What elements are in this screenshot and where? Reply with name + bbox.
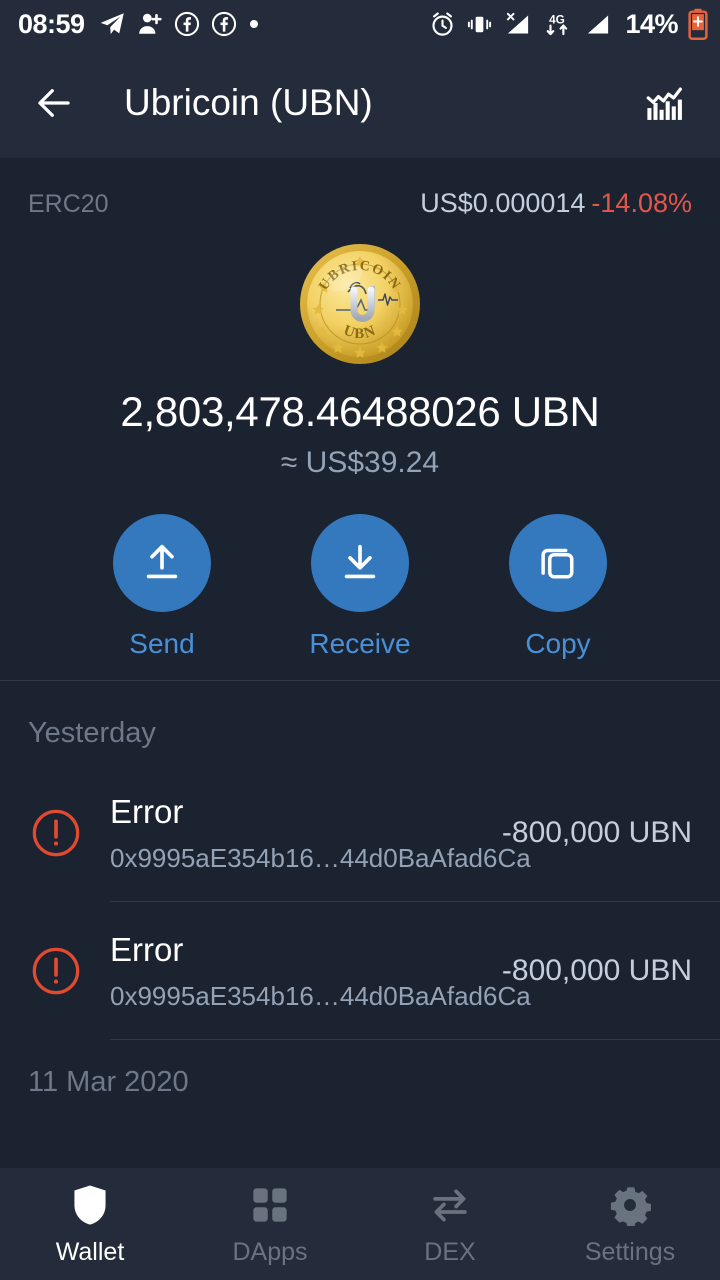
facebook-icon (174, 11, 199, 37)
token-chain-badge: ERC20 (28, 190, 109, 218)
status-notification-icons (99, 11, 430, 38)
vibrate-icon (468, 16, 492, 32)
transaction-list: Yesterday Error 0x9995aE354b16…44d0BaAfa… (0, 681, 720, 1113)
table-row[interactable]: Error 0x9995aE354b16…44d0BaAfad6Ca -800,… (0, 764, 720, 902)
telegram-icon (100, 12, 124, 34)
app-bar: Ubricoin (UBN) (0, 48, 720, 158)
token-logo-wrapper: UBRICOIN UBN (0, 242, 720, 366)
4g-data-icon: 4G (547, 13, 568, 35)
dot-icon (249, 20, 258, 28)
copy-icon (541, 548, 574, 579)
back-arrow-icon (38, 89, 70, 117)
nav-label-wallet: Wallet (55, 1237, 125, 1266)
transaction-date-header: 11 Mar 2020 (28, 1066, 189, 1098)
token-price: US$0.000014 (420, 188, 586, 218)
transaction-status-label: Error (110, 930, 184, 968)
nav-item-dex[interactable]: DEX (360, 1182, 540, 1267)
transaction-address: 0x9995aE354b16…44d0BaAfad6Ca (110, 842, 531, 873)
transaction-details: Error 0x9995aE354b16…44d0BaAfad6Ca (110, 792, 531, 874)
row-divider (110, 1039, 720, 1040)
nav-label-dapps: DApps (232, 1237, 308, 1266)
shield-icon (0, 1182, 180, 1228)
status-clock: 08:59 (18, 8, 85, 39)
svg-text:4G: 4G (550, 13, 566, 26)
status-bar: 08:59 4G 14% (0, 0, 720, 48)
gear-icon (540, 1182, 720, 1228)
receive-button-circle (311, 514, 409, 612)
nav-label-dex: DEX (424, 1237, 476, 1266)
status-system-icons: 4G 14% (429, 8, 708, 40)
copy-button-circle (509, 514, 607, 612)
bar-chart-icon (646, 87, 682, 120)
signal-bars-icon (588, 15, 609, 33)
error-alert-icon (28, 943, 84, 999)
add-person-icon (138, 13, 162, 34)
upload-arrow-icon (146, 544, 178, 579)
send-button-circle (113, 514, 211, 612)
receive-button[interactable]: Receive (285, 514, 435, 660)
token-actions: Send Receive Copy (0, 514, 720, 660)
transaction-address: 0x9995aE354b16…44d0BaAfad6Ca (110, 980, 531, 1011)
no-sim-signal-icon (507, 12, 529, 33)
transaction-amount: -800,000 UBN (501, 954, 692, 987)
token-price-change: -14.08% (591, 188, 692, 218)
nav-label-settings: Settings (584, 1237, 676, 1266)
error-alert-icon (28, 805, 84, 861)
copy-button-label: Copy (525, 628, 591, 659)
swap-arrows-icon (360, 1182, 540, 1228)
token-price-row: ERC20 US$0.000014 -14.08% (0, 188, 720, 228)
ubricoin-logo: UBRICOIN UBN (298, 242, 422, 366)
table-row[interactable]: Error 0x9995aE354b16…44d0BaAfad6Ca -800,… (0, 902, 720, 1040)
battery-charging-icon (688, 8, 708, 40)
send-button-label: Send (129, 628, 195, 659)
transaction-date-header: Yesterday (28, 717, 156, 749)
battery-percent-label: 14% (625, 8, 678, 39)
nav-item-dapps[interactable]: DApps (180, 1182, 360, 1267)
download-arrow-icon (344, 544, 376, 579)
token-balance: 2,803,478.46488026 UBN (120, 388, 600, 435)
bottom-navigation: Wallet DApps DEX Settings (0, 1168, 720, 1280)
alarm-icon (432, 11, 454, 36)
back-button[interactable] (26, 75, 82, 131)
copy-button[interactable]: Copy (483, 514, 633, 660)
transaction-amount: -800,000 UBN (501, 816, 692, 849)
nav-item-settings[interactable]: Settings (540, 1182, 720, 1267)
send-button[interactable]: Send (87, 514, 237, 660)
page-title: Ubricoin (UBN) (124, 82, 373, 123)
price-chart-button[interactable] (638, 75, 694, 131)
token-balance-usd: ≈ US$39.24 (280, 446, 440, 479)
nav-item-wallet[interactable]: Wallet (0, 1182, 180, 1267)
transaction-status-label: Error (110, 792, 184, 830)
facebook-icon (211, 11, 236, 37)
transaction-details: Error 0x9995aE354b16…44d0BaAfad6Ca (110, 930, 531, 1012)
token-summary-card: ERC20 US$0.000014 -14.08% UBRICOIN UBN 2… (0, 158, 720, 681)
receive-button-label: Receive (309, 628, 411, 659)
grid-squares-icon (180, 1182, 360, 1228)
